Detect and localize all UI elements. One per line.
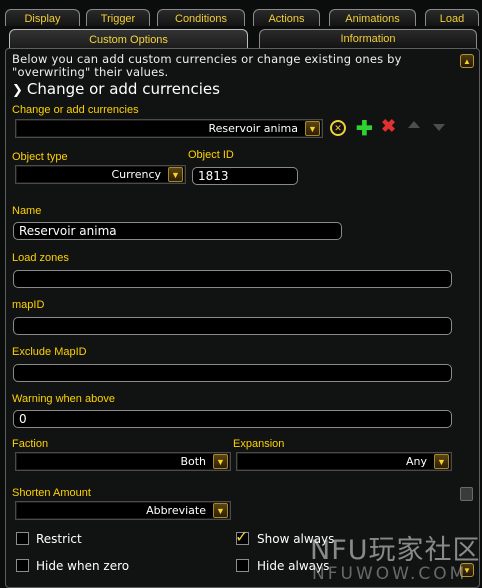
expansion-label: Expansion: [233, 438, 285, 450]
tab-label: Actions: [268, 13, 305, 25]
restrict-checkbox[interactable]: [16, 532, 29, 545]
change-add-dropdown[interactable]: Reservoir anima ▼: [15, 119, 323, 138]
hide-when-zero-label: Hide when zero: [36, 559, 130, 573]
tab-custom-options[interactable]: Custom Options: [9, 29, 248, 49]
hide-always-checkbox[interactable]: [236, 559, 249, 572]
object-id-field[interactable]: 1813: [192, 167, 298, 185]
warning-above-field[interactable]: 0: [13, 410, 452, 428]
watermark-url: NFUWOW.COM: [312, 564, 468, 584]
map-id-label: mapID: [12, 299, 45, 311]
load-zones-field[interactable]: [13, 270, 452, 288]
section-header[interactable]: ❯ Change or add currencies: [12, 80, 220, 98]
chevron-down-icon[interactable]: ▼: [168, 167, 183, 182]
object-type-dropdown[interactable]: Currency ▼: [15, 165, 186, 184]
load-zones-label: Load zones: [12, 252, 69, 264]
shorten-dropdown[interactable]: Abbreviate ▼: [15, 501, 231, 520]
tab-information[interactable]: Information: [259, 29, 477, 48]
tab-conditions[interactable]: Conditions: [157, 9, 245, 26]
tab-actions[interactable]: Actions: [253, 9, 320, 26]
exclude-map-id-label: Exclude MapID: [12, 346, 87, 358]
name-field[interactable]: Reservoir anima: [13, 222, 342, 240]
tab-label: Custom Options: [89, 34, 168, 46]
add-icon[interactable]: ✚: [356, 116, 373, 141]
dropdown-value: Any: [405, 455, 427, 468]
chevron-down-icon[interactable]: ▼: [434, 454, 449, 469]
object-type-label: Object type: [12, 151, 68, 163]
tab-label: Animations: [345, 13, 400, 25]
watermark-brand: NFU玩家社区: [310, 535, 481, 566]
scrollbar-thumb[interactable]: [460, 487, 473, 501]
chevron-down-icon[interactable]: ▼: [213, 503, 228, 518]
chevron-down-icon[interactable]: ▼: [305, 121, 320, 136]
tab-label: Display: [24, 13, 61, 25]
hide-when-zero-checkbox[interactable]: [16, 559, 29, 572]
chevron-down-icon[interactable]: ▼: [213, 454, 228, 469]
map-id-field[interactable]: [13, 317, 452, 335]
chevron-down-icon: ❯: [12, 83, 23, 98]
move-up-icon[interactable]: [408, 121, 420, 128]
dropdown-value: Abbreviate: [146, 504, 206, 517]
shorten-label: Shorten Amount: [12, 487, 91, 499]
tab-label: Load: [439, 13, 465, 25]
warning-above-label: Warning when above: [12, 393, 115, 405]
section-header-label: Change or add currencies: [26, 80, 220, 98]
show-always-checkbox[interactable]: ✓: [235, 529, 249, 546]
tab-animations[interactable]: Animations: [329, 9, 416, 26]
dropdown-value: Both: [180, 455, 206, 468]
move-down-icon[interactable]: [433, 124, 445, 131]
tab-load[interactable]: Load: [425, 9, 479, 26]
scroll-up-button[interactable]: ▲: [460, 54, 474, 68]
faction-dropdown[interactable]: Both ▼: [15, 452, 231, 471]
dropdown-value: Reservoir anima: [208, 122, 298, 135]
change-add-label: Change or add currencies: [12, 104, 139, 116]
checkmark-icon: ✓: [235, 529, 249, 546]
tab-label: Information: [340, 33, 396, 45]
tab-trigger[interactable]: Trigger: [86, 9, 150, 26]
exclude-map-id-field[interactable]: [13, 364, 452, 382]
object-id-label: Object ID: [188, 149, 234, 161]
delete-icon[interactable]: ✖: [381, 116, 396, 137]
tab-display[interactable]: Display: [5, 9, 80, 26]
dropdown-value: Currency: [111, 168, 161, 181]
restrict-label: Restrict: [36, 532, 82, 546]
tab-label: Conditions: [175, 13, 227, 25]
expansion-dropdown[interactable]: Any ▼: [236, 452, 452, 471]
faction-label: Faction: [12, 438, 49, 450]
tab-label: Trigger: [100, 13, 136, 25]
duplicate-icon[interactable]: ✕: [330, 120, 346, 136]
name-label: Name: [12, 205, 42, 217]
description-text: Below you can add custom currencies or c…: [12, 52, 402, 79]
